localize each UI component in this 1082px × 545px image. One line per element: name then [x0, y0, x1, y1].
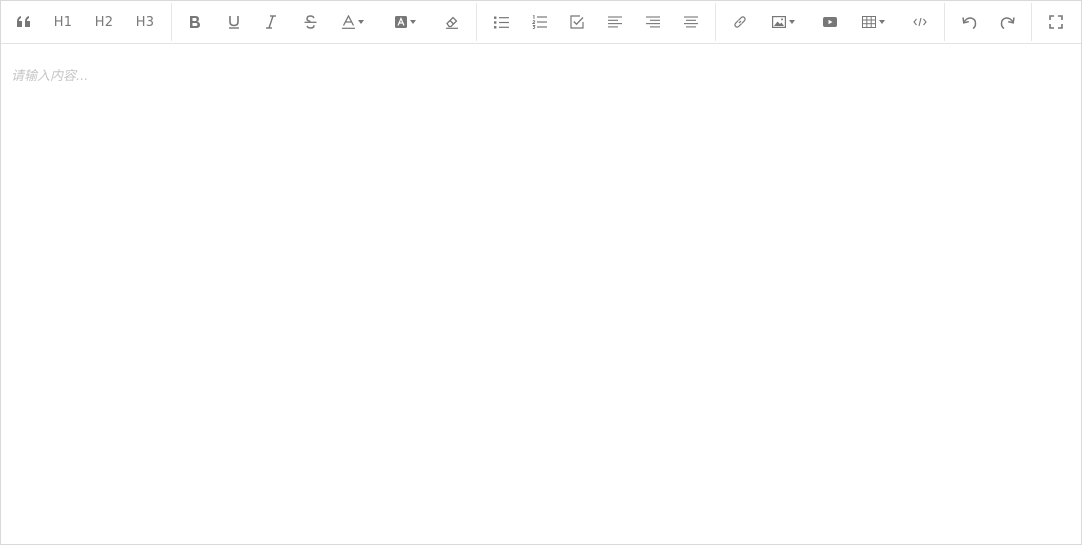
clear-format-button[interactable] — [434, 1, 470, 43]
toolbar-separator — [715, 3, 716, 41]
font-color-button[interactable] — [334, 1, 372, 43]
underline-button[interactable] — [216, 1, 252, 43]
heading-2-button[interactable]: H2 — [86, 1, 122, 43]
ordered-list-icon — [531, 15, 547, 29]
eraser-icon — [446, 16, 458, 29]
underline-icon — [229, 16, 239, 29]
align-left-button[interactable] — [597, 1, 633, 43]
chevron-down-icon — [358, 20, 364, 24]
font-color-icon — [342, 15, 355, 29]
image-icon — [771, 16, 786, 28]
italic-icon — [266, 15, 276, 29]
fullscreen-icon — [1049, 15, 1063, 29]
heading-2-label: H2 — [94, 14, 114, 30]
chevron-down-icon — [409, 20, 416, 24]
toolbar-separator — [1031, 3, 1032, 41]
link-button[interactable] — [722, 1, 758, 43]
heading-1-button[interactable]: H1 — [45, 1, 81, 43]
checkbox-icon — [570, 15, 584, 29]
italic-button[interactable] — [253, 1, 289, 43]
redo-button[interactable] — [989, 1, 1025, 43]
toolbar-separator — [944, 3, 945, 41]
align-right-icon — [646, 16, 660, 28]
toolbar-separator — [171, 3, 172, 41]
editor-placeholder: 请输入内容... — [11, 69, 89, 84]
link-icon — [734, 16, 746, 28]
strikethrough-icon — [304, 15, 316, 29]
bold-icon — [190, 16, 200, 28]
undo-icon — [961, 16, 976, 29]
table-icon — [861, 16, 876, 28]
strikethrough-button[interactable] — [292, 1, 328, 43]
image-button[interactable] — [763, 1, 803, 43]
rich-text-editor: H1 H2 H3 请输入内容... — [0, 0, 1082, 545]
undo-button[interactable] — [951, 1, 987, 43]
align-justify-button[interactable] — [673, 1, 709, 43]
bullet-list-button[interactable] — [483, 1, 519, 43]
ordered-list-button[interactable] — [521, 1, 557, 43]
fullscreen-button[interactable] — [1038, 1, 1074, 43]
video-button[interactable] — [812, 1, 848, 43]
align-left-icon — [608, 16, 622, 28]
code-button[interactable] — [902, 1, 938, 43]
align-justify-icon — [684, 16, 698, 28]
code-icon — [913, 17, 927, 27]
heading-3-button[interactable]: H3 — [127, 1, 163, 43]
editor-toolbar: H1 H2 H3 — [1, 1, 1081, 44]
heading-1-label: H1 — [53, 14, 73, 30]
editor-content-area[interactable]: 请输入内容... — [1, 44, 1081, 544]
redo-icon — [1000, 16, 1015, 29]
align-right-button[interactable] — [635, 1, 671, 43]
bullet-list-icon — [493, 16, 509, 28]
table-button[interactable] — [853, 1, 893, 43]
bold-button[interactable] — [177, 1, 213, 43]
video-icon — [823, 17, 837, 27]
quote-button[interactable] — [6, 1, 42, 43]
chevron-down-icon — [788, 20, 795, 24]
todo-list-button[interactable] — [559, 1, 595, 43]
heading-3-label: H3 — [135, 14, 155, 30]
background-color-button[interactable] — [386, 1, 424, 43]
toolbar-separator — [476, 3, 477, 41]
chevron-down-icon — [878, 20, 885, 24]
background-color-icon — [394, 16, 407, 28]
quote-icon — [17, 16, 30, 27]
